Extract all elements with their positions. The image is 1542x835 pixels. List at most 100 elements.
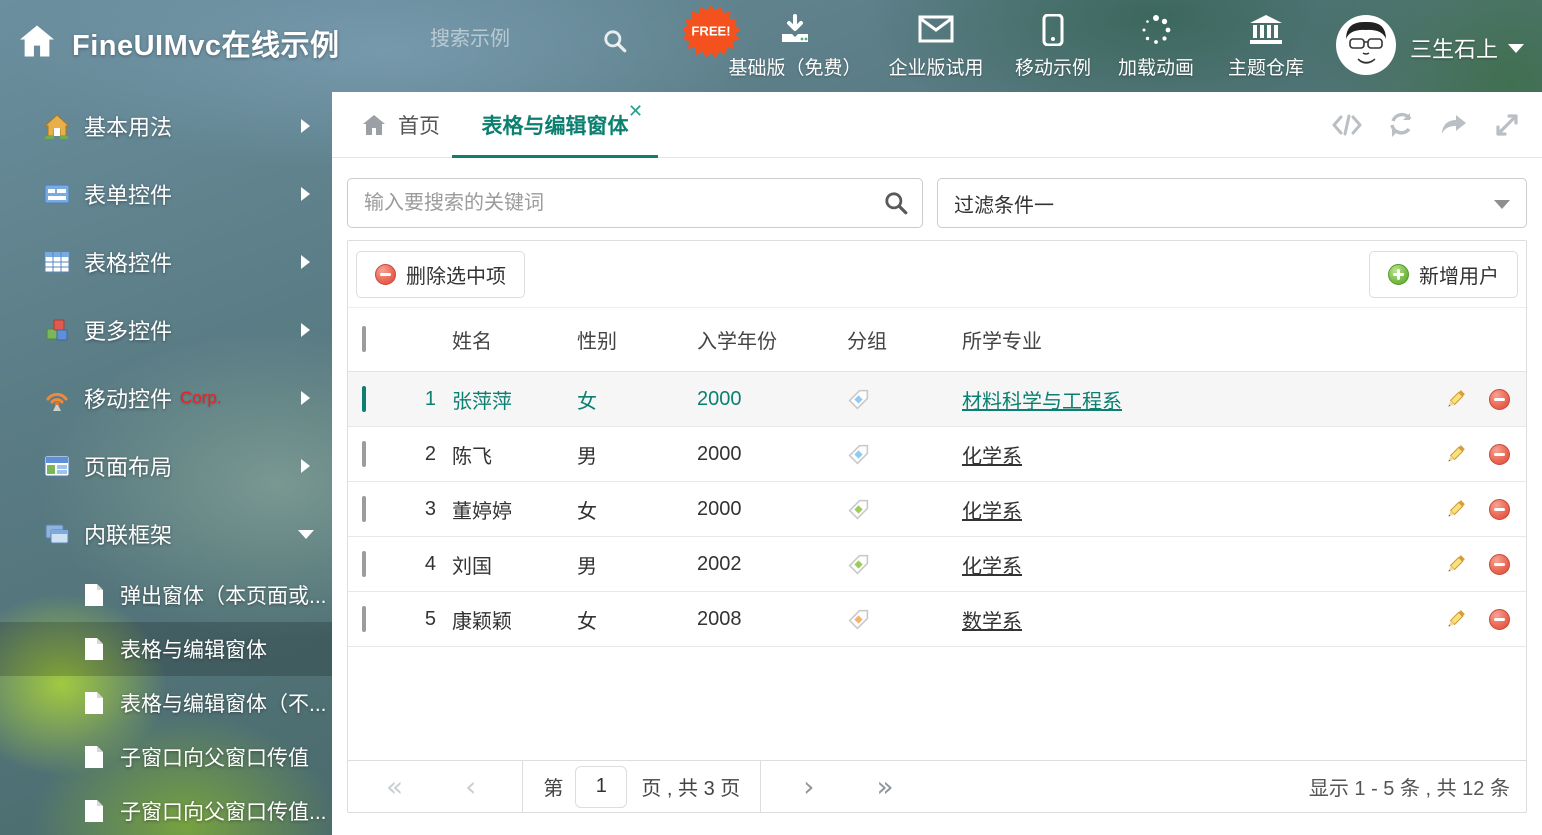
sidebar-item-more-controls[interactable]: 更多控件 — [0, 296, 332, 364]
sidebar-subitem-label: 弹出窗体（本页面或... — [120, 580, 327, 610]
cell-name: 康颖颖 — [452, 605, 577, 634]
sidebar-subitem-label: 子窗口向父窗口传值... — [120, 796, 327, 826]
major-link[interactable]: 化学系 — [962, 501, 1022, 523]
table-row[interactable]: 1 张萍萍 女 2000 材料科学与工程系 — [348, 372, 1526, 427]
delete-icon[interactable] — [1489, 444, 1510, 465]
grid-panel: 删除选中项 新增用户 姓名 性别 入学年份 分组 所学专业 1 — [347, 240, 1527, 813]
plus-icon — [1388, 264, 1409, 285]
add-user-button[interactable]: 新增用户 — [1369, 251, 1518, 298]
column-header-major[interactable]: 所学专业 — [962, 325, 1414, 354]
search-icon[interactable] — [602, 28, 628, 59]
edit-icon[interactable] — [1444, 443, 1467, 466]
table-row[interactable]: 4 刘国 男 2002 化学系 — [348, 537, 1526, 592]
prev-page-button[interactable]: ‹ — [465, 773, 476, 801]
tab-home[interactable]: 首页 — [362, 92, 440, 158]
row-checkbox[interactable] — [362, 441, 366, 467]
corp-badge: Corp. — [180, 388, 222, 408]
user-menu[interactable]: 三生石上 — [1410, 32, 1524, 64]
file-icon — [84, 583, 104, 607]
tab-tools — [1332, 92, 1520, 158]
home-icon — [362, 114, 386, 136]
column-header-gender[interactable]: 性别 — [577, 325, 697, 354]
row-checkbox[interactable] — [362, 496, 366, 522]
cell-year: 2002 — [697, 553, 847, 576]
edit-icon[interactable] — [1444, 608, 1467, 631]
source-code-icon[interactable] — [1332, 113, 1362, 137]
edit-icon[interactable] — [1444, 553, 1467, 576]
last-page-button[interactable]: » — [876, 773, 893, 801]
logo[interactable]: FineUIMvc在线示例 — [18, 22, 340, 64]
page-number-input[interactable] — [575, 766, 627, 808]
nav-mobile-demo[interactable]: 移动示例 — [1005, 14, 1101, 80]
table-header-row: 姓名 性别 入学年份 分组 所学专业 — [348, 308, 1526, 372]
main-content: 首页 表格与编辑窗体 ✕ — [332, 92, 1542, 835]
cell-year: 2000 — [697, 498, 847, 521]
nav-theme-repository[interactable]: 主题仓库 — [1212, 14, 1320, 80]
nav-loading-animations[interactable]: 加载动画 — [1108, 14, 1204, 80]
row-checkbox[interactable] — [362, 606, 366, 632]
button-label: 删除选中项 — [406, 260, 506, 289]
row-checkbox[interactable] — [362, 551, 366, 577]
major-link[interactable]: 材料科学与工程系 — [962, 391, 1122, 413]
sidebar-item-basic-usage[interactable]: 基本用法 — [0, 92, 332, 160]
delete-icon[interactable] — [1489, 609, 1510, 630]
nav-label: 企业版试用 — [888, 53, 983, 80]
nav-basic-edition[interactable]: FREE! 基础版（免费） — [715, 14, 875, 80]
sidebar-subitem-label: 表格与编辑窗体 — [120, 634, 267, 664]
row-checkbox[interactable] — [362, 386, 366, 412]
major-link[interactable]: 数学系 — [962, 611, 1022, 633]
close-icon[interactable]: ✕ — [628, 102, 643, 120]
delete-icon[interactable] — [1489, 499, 1510, 520]
header-search-input[interactable] — [430, 28, 590, 51]
sidebar-item-form-controls[interactable]: 表单控件 — [0, 160, 332, 228]
sidebar-item-inline-frames[interactable]: 内联框架 — [0, 500, 332, 568]
major-link[interactable]: 化学系 — [962, 446, 1022, 468]
sidebar-subitem-popup-window[interactable]: 弹出窗体（本页面或... — [0, 568, 332, 622]
sidebar-subitem-grid-edit-window[interactable]: 表格与编辑窗体 — [0, 622, 332, 676]
cubes-icon — [44, 317, 70, 343]
cell-name: 董婷婷 — [452, 495, 577, 524]
avatar[interactable] — [1336, 15, 1396, 75]
sidebar-subitem-child-to-parent-2[interactable]: 子窗口向父窗口传值... — [0, 784, 332, 835]
next-page-button[interactable]: › — [803, 773, 814, 801]
tag-icon — [847, 553, 870, 576]
major-link[interactable]: 化学系 — [962, 556, 1022, 578]
open-in-new-icon[interactable] — [1440, 113, 1468, 137]
table-row[interactable]: 2 陈飞 男 2000 化学系 — [348, 427, 1526, 482]
sidebar-item-mobile-controls[interactable]: 移动控件 Corp. — [0, 364, 332, 432]
fullscreen-icon[interactable] — [1494, 112, 1520, 138]
edit-icon[interactable] — [1444, 388, 1467, 411]
table-row[interactable]: 3 董婷婷 女 2000 化学系 — [348, 482, 1526, 537]
delete-icon[interactable] — [1489, 554, 1510, 575]
sidebar-item-grid-controls[interactable]: 表格控件 — [0, 228, 332, 296]
divider — [760, 761, 761, 812]
column-header-name[interactable]: 姓名 — [452, 325, 577, 354]
cell-gender: 男 — [577, 550, 697, 579]
tab-bar: 首页 表格与编辑窗体 ✕ — [332, 92, 1542, 158]
delete-selected-button[interactable]: 删除选中项 — [356, 251, 525, 298]
delete-icon[interactable] — [1489, 389, 1510, 410]
edit-icon[interactable] — [1444, 498, 1467, 521]
sidebar-subitem-child-to-parent[interactable]: 子窗口向父窗口传值 — [0, 730, 332, 784]
sidebar-subitem-grid-edit-window-no[interactable]: 表格与编辑窗体（不... — [0, 676, 332, 730]
table-row[interactable]: 5 康颖颖 女 2008 数学系 — [348, 592, 1526, 647]
filter-dropdown[interactable]: 过滤条件一 — [937, 178, 1527, 228]
row-number: 5 — [394, 608, 452, 631]
filter-row: 过滤条件一 — [347, 178, 1527, 228]
select-all-checkbox[interactable] — [362, 326, 366, 352]
tag-icon — [847, 498, 870, 521]
refresh-icon[interactable] — [1388, 112, 1414, 138]
minus-icon — [375, 264, 396, 285]
sidebar-item-page-layout[interactable]: 页面布局 — [0, 432, 332, 500]
tag-icon — [847, 388, 870, 411]
first-page-button[interactable]: « — [386, 773, 403, 801]
sidebar: 基本用法 表单控件 表格控件 更多控件 移动控件 Corp. 页面布局 — [0, 92, 332, 835]
nav-enterprise-trial[interactable]: 企业版试用 — [872, 14, 1000, 80]
row-number: 4 — [394, 553, 452, 576]
column-header-group[interactable]: 分组 — [847, 325, 962, 354]
keyword-search-input[interactable] — [347, 178, 923, 228]
column-header-year[interactable]: 入学年份 — [697, 325, 847, 354]
search-icon[interactable] — [883, 190, 909, 221]
cell-year: 2000 — [697, 443, 847, 466]
sidebar-subitem-label: 表格与编辑窗体（不... — [120, 688, 327, 718]
